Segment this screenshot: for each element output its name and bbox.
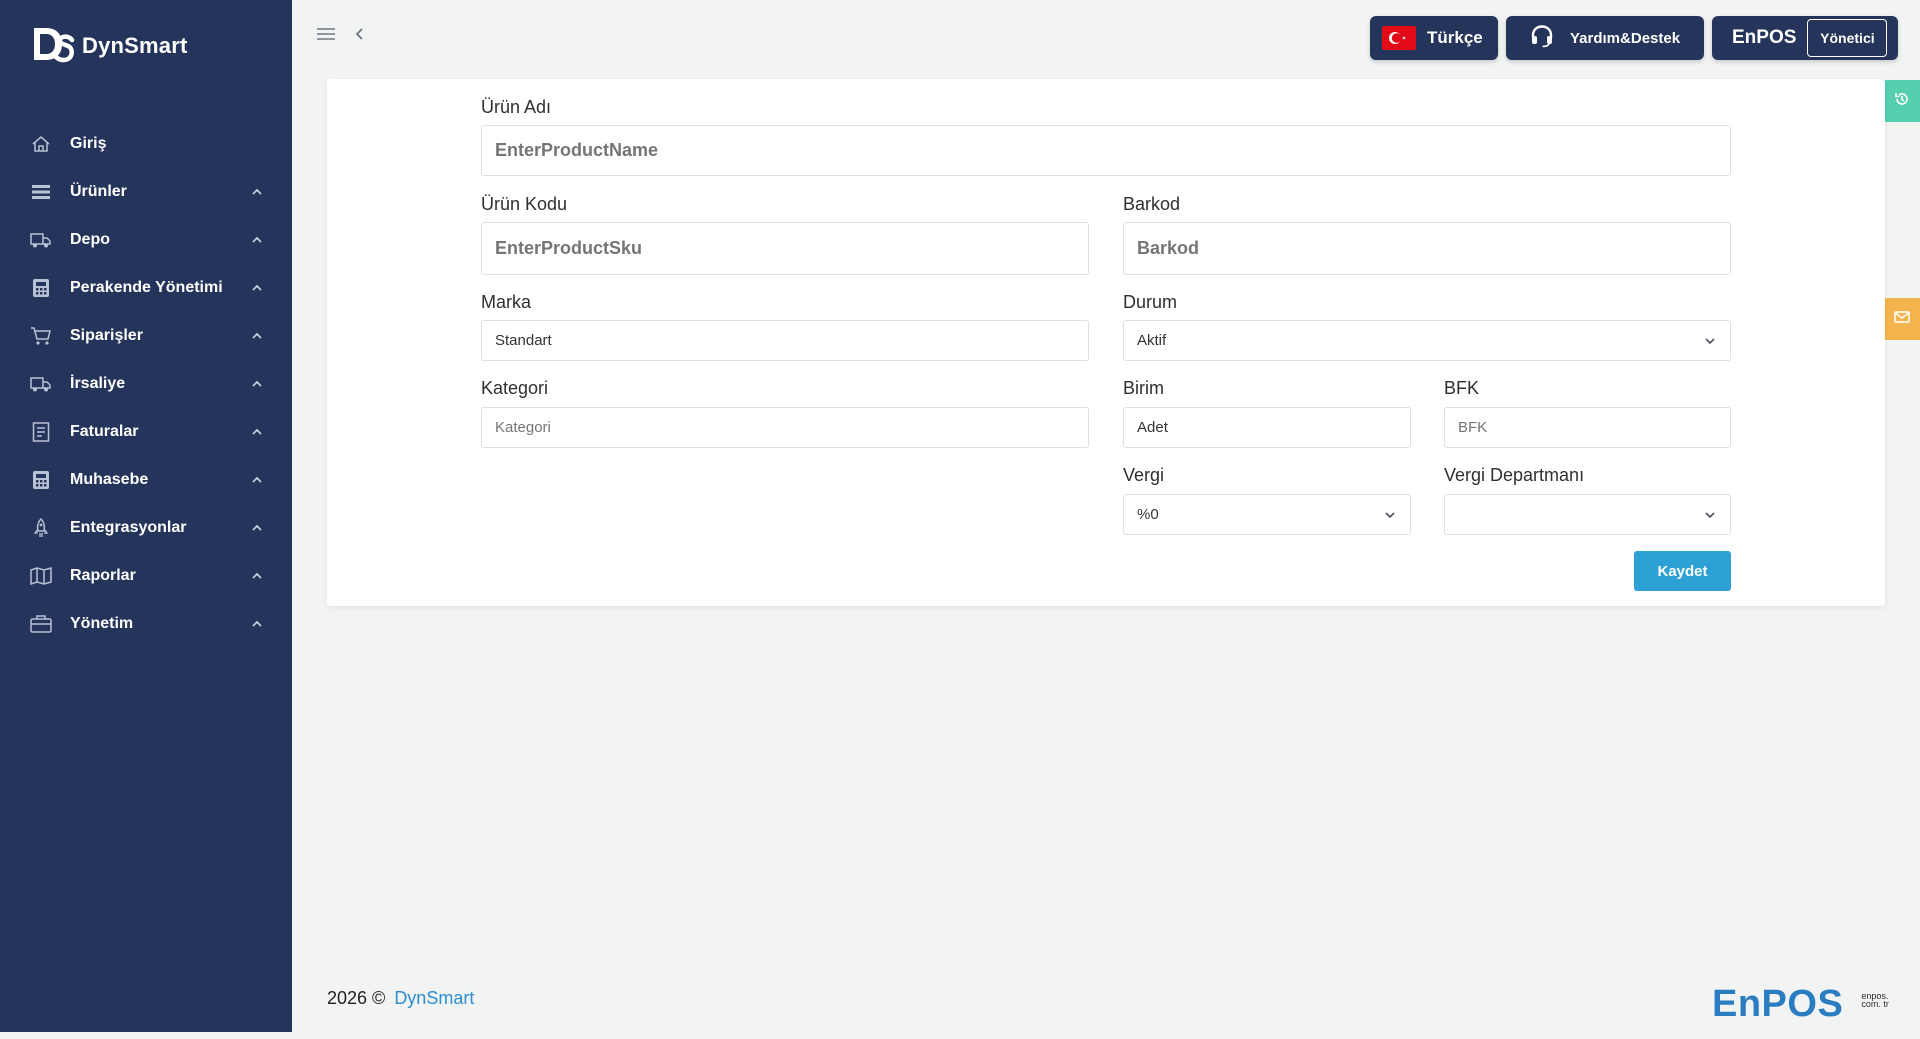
chevron-up-icon	[250, 617, 264, 631]
chevron-up-icon	[250, 329, 264, 343]
rocket-icon	[30, 517, 52, 539]
sidebar-item-raporlar[interactable]: Raporlar	[0, 552, 292, 600]
sidebar-item-label: Perakende Yönetimi	[70, 279, 223, 296]
list-icon	[30, 181, 52, 203]
language-label: Türkçe	[1427, 28, 1483, 47]
sidebar-item-label: Giriş	[70, 135, 107, 152]
save-button[interactable]: Kaydet	[1634, 551, 1731, 591]
turkey-flag-icon	[1382, 26, 1416, 50]
sidebar-item-entegrasyonlar[interactable]: Entegrasyonlar	[0, 504, 292, 552]
footer-brand: EnPOS	[1712, 983, 1844, 1025]
unit-label: Birim	[1123, 378, 1164, 398]
chevron-up-icon	[250, 425, 264, 439]
product-code-label: Ürün Kodu	[481, 194, 568, 214]
sidebar-item-label: Depo	[70, 231, 110, 248]
mail-icon	[1894, 310, 1910, 329]
topbar-controls	[316, 26, 366, 47]
app-logo[interactable]: DynSmart	[32, 26, 188, 66]
chevron-down-icon	[1384, 509, 1396, 521]
sidebar-item-giris[interactable]: Giriş	[0, 120, 292, 168]
sidebar-item-faturalar[interactable]: Faturalar	[0, 408, 292, 456]
menu-icon[interactable]	[316, 26, 336, 47]
sidebar-item-label: Entegrasyonlar	[70, 519, 187, 536]
dynsmart-logo-icon	[32, 26, 76, 66]
category-input[interactable]	[481, 407, 1089, 448]
unit-input[interactable]: Adet	[1123, 407, 1411, 448]
chevron-up-icon	[250, 377, 264, 391]
truck-icon	[30, 229, 52, 251]
sidebar-item-depo[interactable]: Depo	[0, 216, 292, 264]
sidebar-item-muhasebe[interactable]: Muhasebe	[0, 456, 292, 504]
footer-domain: enpos. com. tr	[1861, 991, 1889, 1009]
brand-input[interactable]: Standart	[481, 320, 1089, 361]
tax-value: %0	[1137, 506, 1159, 523]
truck-icon	[30, 373, 52, 395]
sidebar-item-irsaliye[interactable]: İrsaliye	[0, 360, 292, 408]
sidebar-item-label: Yönetim	[70, 615, 134, 632]
chevron-up-icon	[250, 473, 264, 487]
barcode-label: Barkod	[1123, 194, 1181, 214]
chevron-left-icon[interactable]	[354, 26, 366, 47]
status-value: Aktif	[1137, 332, 1167, 349]
chevron-up-icon	[250, 281, 264, 295]
chevron-down-icon	[1704, 509, 1716, 521]
brand-label: Marka	[481, 292, 532, 312]
header-brand: EnPOS	[1732, 27, 1797, 48]
tax-label: Vergi	[1123, 465, 1165, 485]
product-name-input[interactable]	[481, 125, 1731, 176]
product-code-input[interactable]	[481, 222, 1089, 275]
calculator-icon	[30, 469, 52, 491]
language-button[interactable]: Türkçe	[1370, 16, 1498, 60]
tax-department-select[interactable]	[1444, 494, 1731, 535]
unit-value: Adet	[1137, 419, 1168, 436]
sidebar-item-label: Faturalar	[70, 423, 139, 440]
user-role-badge: Yönetici	[1807, 19, 1888, 57]
chevron-up-icon	[250, 569, 264, 583]
calculator-icon	[30, 277, 52, 299]
cart-icon	[30, 325, 52, 347]
user-menu-button[interactable]: EnPOS Yönetici	[1712, 16, 1898, 60]
sidebar: DynSmart Giriş Ürünler Depo Perakende Yö…	[0, 0, 292, 1032]
barcode-input[interactable]	[1123, 222, 1731, 275]
help-support-button[interactable]: Yardım&Destek	[1506, 16, 1704, 60]
briefcase-icon	[30, 613, 52, 635]
map-icon	[30, 565, 52, 587]
tax-select[interactable]: %0	[1123, 494, 1411, 535]
tax-department-label: Vergi Departmanı	[1444, 465, 1585, 485]
sidebar-item-label: Raporlar	[70, 567, 136, 584]
bfk-label: BFK	[1444, 378, 1480, 398]
footer-link[interactable]: DynSmart	[394, 988, 474, 1009]
chevron-up-icon	[250, 521, 264, 535]
invoice-icon	[30, 421, 52, 443]
status-select[interactable]: Aktif	[1123, 320, 1731, 361]
sidebar-item-perakende-yonetimi[interactable]: Perakende Yönetimi	[0, 264, 292, 312]
sidebar-nav: Giriş Ürünler Depo Perakende Yönetimi Si…	[0, 120, 292, 648]
chevron-down-icon	[1704, 335, 1716, 347]
message-tab[interactable]	[1879, 298, 1920, 340]
sidebar-item-urunler[interactable]: Ürünler	[0, 168, 292, 216]
product-name-label: Ürün Adı	[481, 97, 552, 117]
home-icon	[30, 133, 52, 155]
product-form-card: Ürün Adı Ürün Kodu Barkod Marka Standart…	[327, 79, 1885, 606]
bfk-input[interactable]	[1444, 407, 1731, 448]
headset-icon	[1530, 24, 1554, 53]
status-label: Durum	[1123, 292, 1178, 312]
category-label: Kategori	[481, 378, 549, 398]
footer-copyright: 2026 ©	[327, 988, 386, 1008]
history-icon	[1894, 91, 1910, 112]
sidebar-item-label: Ürünler	[70, 183, 127, 200]
app-name: DynSmart	[82, 33, 188, 58]
footer-enpos-logo: EnPOS enpos. com. tr	[1712, 984, 1891, 1024]
sidebar-item-label: Siparişler	[70, 327, 143, 344]
chevron-up-icon	[250, 233, 264, 247]
sidebar-item-yonetim[interactable]: Yönetim	[0, 600, 292, 648]
help-support-label: Yardım&Destek	[1570, 29, 1681, 47]
sidebar-item-siparisler[interactable]: Siparişler	[0, 312, 292, 360]
history-tab[interactable]	[1879, 80, 1920, 122]
chevron-up-icon	[250, 185, 264, 199]
sidebar-item-label: Muhasebe	[70, 471, 149, 488]
footer: 2026 © DynSmart	[327, 988, 474, 1009]
sidebar-item-label: İrsaliye	[70, 375, 126, 392]
brand-value: Standart	[495, 332, 552, 349]
